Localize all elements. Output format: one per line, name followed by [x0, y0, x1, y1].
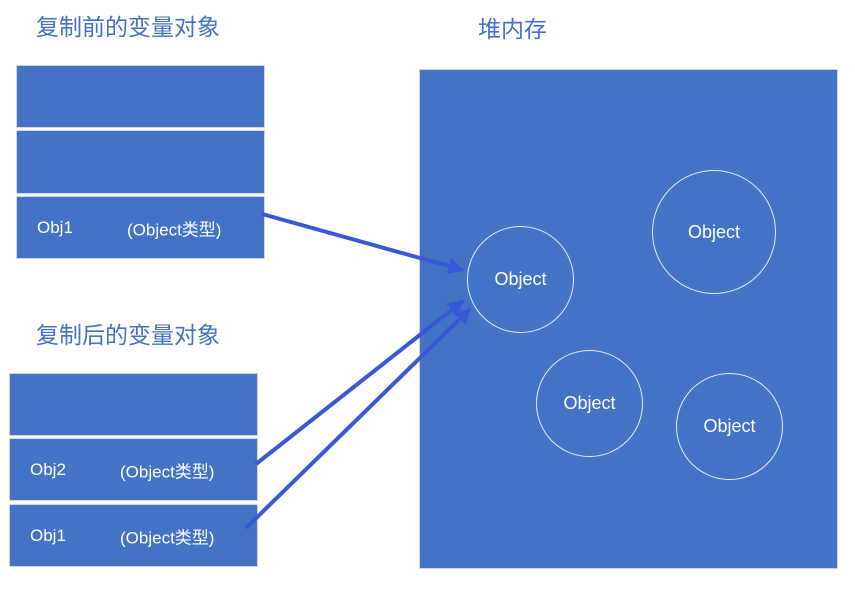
reference-arrows — [244, 212, 472, 530]
arrow-after-obj2-to-object — [254, 299, 465, 466]
arrow-before-obj1-to-object — [261, 212, 465, 274]
arrow-after-obj1-to-object — [244, 307, 472, 530]
